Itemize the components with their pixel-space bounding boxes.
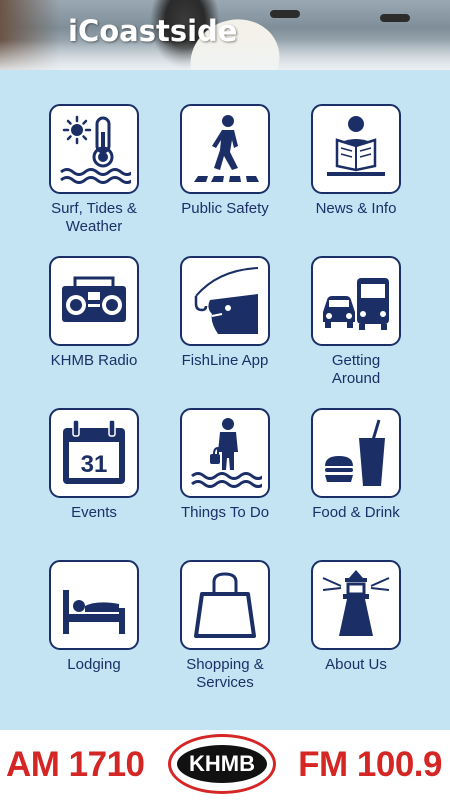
icon-box [180,560,270,650]
swimmer-photo [380,14,410,22]
header-banner: iCoastside [0,0,450,70]
calendar-day-number: 31 [81,451,108,478]
shopping-bag-icon [194,572,256,638]
tile-things-to-do[interactable]: Things To Do [160,408,290,522]
tile-khmb-radio[interactable]: KHMB Radio [29,256,159,370]
tile-surf-tides-weather[interactable]: Surf, Tides & Weather [29,104,159,236]
person-reading-icon [327,116,385,176]
menu-grid: Surf, Tides & Weather Public Safety News… [0,70,450,730]
calendar-icon: 31 [63,419,125,484]
icon-box [311,560,401,650]
icon-box [180,104,270,194]
icon-box: 31 [49,408,139,498]
tile-label: Surf, Tides & Weather [51,200,137,235]
icon-box [311,104,401,194]
icon-box [311,408,401,498]
icon-box [49,104,139,194]
tile-label: Things To Do [180,504,270,521]
khmb-logo: KHMB [168,734,276,794]
pedestrian-crosswalk-icon [194,115,259,182]
am-frequency: AM 1710 [6,745,145,784]
tile-label: News & Info [315,200,397,217]
icon-box [180,408,270,498]
tile-label: Getting Around [331,352,381,387]
fm-frequency: FM 100.9 [298,745,442,784]
burger-drink-icon [325,419,385,486]
tile-label: Events [71,504,117,521]
tile-label: Public Safety [181,200,269,217]
swimmer-photo [270,10,300,18]
icon-box [49,560,139,650]
tile-label: About Us [325,656,387,673]
radio-banner[interactable]: AM 1710 KHMB FM 100.9 [0,730,450,800]
tile-label: KHMB Radio [50,352,138,369]
tile-shopping-services[interactable]: Shopping & Services [160,560,290,692]
bed-icon [63,590,125,634]
thermometer-sun-waves-icon [60,115,131,184]
beach-person-icon [191,418,262,488]
tile-label: FishLine App [181,352,269,369]
lighthouse-icon [322,570,390,636]
tile-lodging[interactable]: Lodging [29,560,159,674]
icon-box [49,256,139,346]
icon-box [180,256,270,346]
tile-news-info[interactable]: News & Info [291,104,421,218]
tile-label: Shopping & Services [186,656,264,691]
tile-events[interactable]: 31 Events [29,408,159,522]
app-title: iCoastside [68,14,238,48]
tile-about-us[interactable]: About Us [291,560,421,674]
boombox-radio-icon [62,276,126,322]
icon-box [311,256,401,346]
tile-food-drink[interactable]: Food & Drink [291,408,421,522]
car-bus-icon [323,278,389,330]
tile-fishline-app[interactable]: FishLine App [160,256,290,370]
tile-label: Food & Drink [312,504,400,521]
tile-getting-around[interactable]: Getting Around [291,256,421,388]
tile-public-safety[interactable]: Public Safety [160,104,290,218]
khmb-logo-text: KHMB [177,745,267,783]
tile-label: Lodging [67,656,121,673]
fish-hook-icon [194,267,259,334]
